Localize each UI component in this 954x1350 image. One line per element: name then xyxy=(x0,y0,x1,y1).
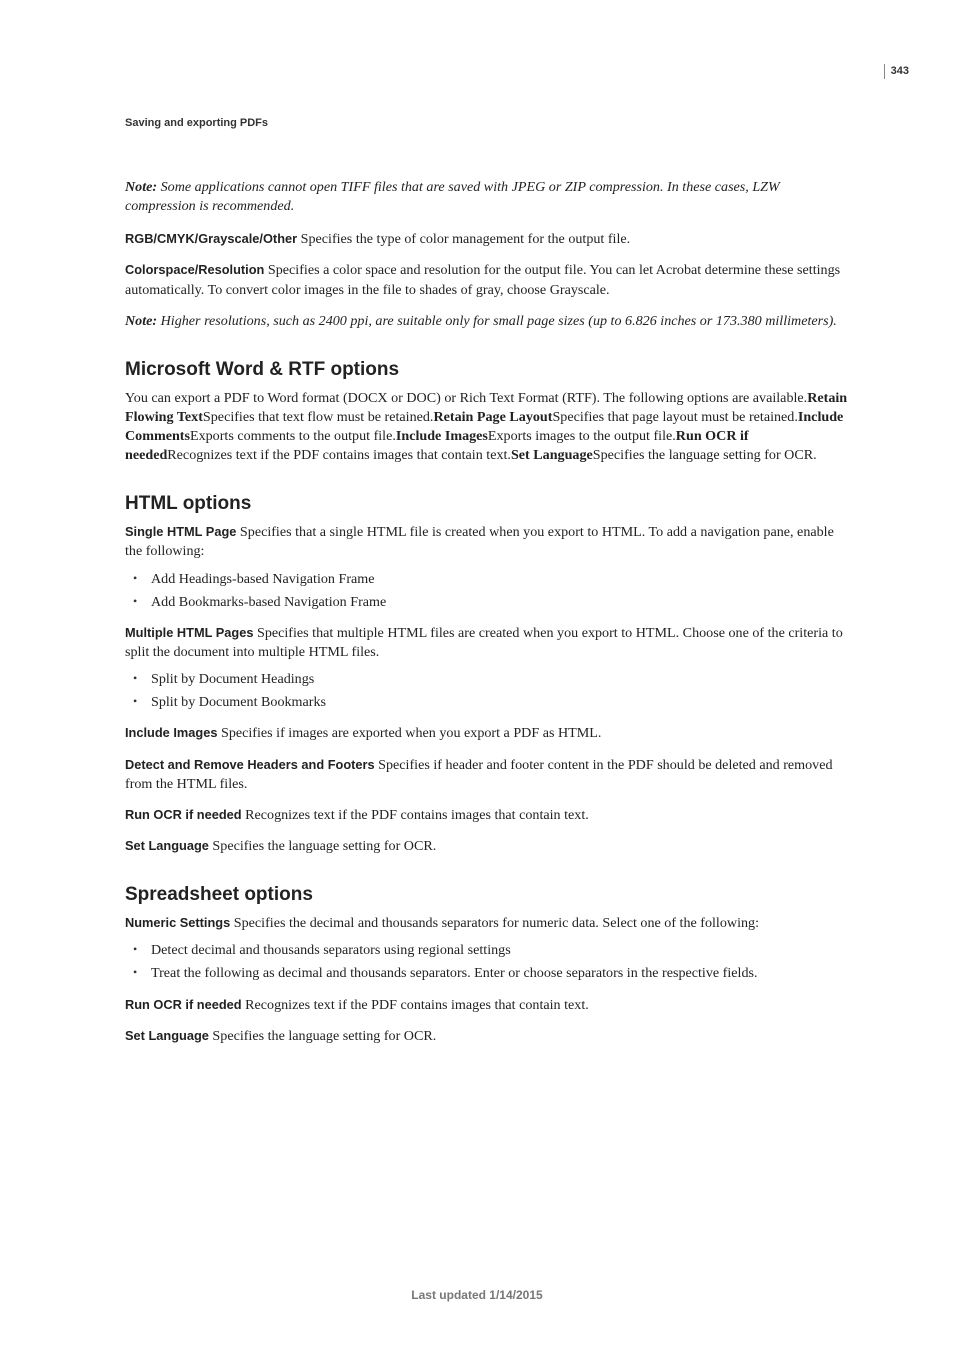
text: Specifies the language setting for OCR. xyxy=(593,447,817,463)
term-include-images: Include Images xyxy=(396,428,488,444)
text-set-language: Specifies the language setting for OCR. xyxy=(209,1028,436,1044)
footer-last-updated: Last updated 1/14/2015 xyxy=(0,1288,954,1302)
term-set-language: Set Language xyxy=(125,838,209,853)
running-header: Saving and exporting PDFs xyxy=(125,117,268,129)
text: Exports images to the output file. xyxy=(488,428,676,444)
para-multi-html: Multiple HTML Pages Specifies that multi… xyxy=(125,624,849,662)
term-multi-html: Multiple HTML Pages xyxy=(125,625,253,640)
text-rgb: Specifies the type of color management f… xyxy=(297,231,630,247)
page: 343 Saving and exporting PDFs Note: Some… xyxy=(0,0,954,1350)
text-numeric: Specifies the decimal and thousands sepa… xyxy=(230,915,759,931)
para-set-lang-html: Set Language Specifies the language sett… xyxy=(125,837,849,856)
list-single-html: Add Headings-based Navigation Frame Add … xyxy=(125,570,849,612)
note-label: Note: xyxy=(125,179,157,195)
text: You can export a PDF to Word format (DOC… xyxy=(125,390,807,406)
text-run-ocr: Recognizes text if the PDF contains imag… xyxy=(242,997,589,1013)
list-item: Add Bookmarks-based Navigation Frame xyxy=(147,593,849,612)
list-multi-html: Split by Document Headings Split by Docu… xyxy=(125,670,849,712)
list-item: Detect decimal and thousands separators … xyxy=(147,941,849,960)
term-retain-layout: Retain Page Layout xyxy=(433,409,552,425)
heading-spreadsheet: Spreadsheet options xyxy=(125,882,849,908)
list-item: Treat the following as decimal and thous… xyxy=(147,964,849,983)
para-set-lang-spread: Set Language Specifies the language sett… xyxy=(125,1027,849,1046)
text-include-images: Specifies if images are exported when yo… xyxy=(217,725,601,741)
text-set-language: Specifies the language setting for OCR. xyxy=(209,838,436,854)
term-numeric: Numeric Settings xyxy=(125,915,230,930)
text-run-ocr: Recognizes text if the PDF contains imag… xyxy=(242,807,589,823)
note-label: Note: xyxy=(125,313,157,329)
term-run-ocr: Run OCR if needed xyxy=(125,997,242,1012)
main-content: Note: Some applications cannot open TIFF… xyxy=(125,120,849,1046)
text: Specifies that page layout must be retai… xyxy=(552,409,797,425)
para-single-html: Single HTML Page Specifies that a single… xyxy=(125,523,849,561)
para-run-ocr-html: Run OCR if needed Recognizes text if the… xyxy=(125,806,849,825)
term-rgb: RGB/CMYK/Grayscale/Other xyxy=(125,231,297,246)
term-run-ocr: Run OCR if needed xyxy=(125,807,242,822)
heading-word-rtf: Microsoft Word & RTF options xyxy=(125,357,849,383)
para-numeric: Numeric Settings Specifies the decimal a… xyxy=(125,914,849,933)
term-include-images: Include Images xyxy=(125,725,217,740)
para-rgb: RGB/CMYK/Grayscale/Other Specifies the t… xyxy=(125,230,849,249)
list-item: Split by Document Bookmarks xyxy=(147,693,849,712)
para-word-rtf: You can export a PDF to Word format (DOC… xyxy=(125,389,849,466)
note-tiff: Note: Some applications cannot open TIFF… xyxy=(125,178,849,216)
term-detect-headers: Detect and Remove Headers and Footers xyxy=(125,757,375,772)
heading-html: HTML options xyxy=(125,491,849,517)
text: Specifies that text flow must be retaine… xyxy=(203,409,434,425)
para-colorspace: Colorspace/Resolution Specifies a color … xyxy=(125,261,849,299)
term-single-html: Single HTML Page xyxy=(125,524,236,539)
term-colorspace: Colorspace/Resolution xyxy=(125,262,264,277)
para-detect-headers: Detect and Remove Headers and Footers Sp… xyxy=(125,756,849,794)
list-item: Split by Document Headings xyxy=(147,670,849,689)
text: Exports comments to the output file. xyxy=(190,428,396,444)
para-run-ocr-spread: Run OCR if needed Recognizes text if the… xyxy=(125,996,849,1015)
term-set-language: Set Language xyxy=(125,1028,209,1043)
list-numeric: Detect decimal and thousands separators … xyxy=(125,941,849,983)
page-number: 343 xyxy=(884,64,909,79)
note-text: Higher resolutions, such as 2400 ppi, ar… xyxy=(157,313,837,329)
note-text: Some applications cannot open TIFF files… xyxy=(125,179,780,214)
note-resolution: Note: Higher resolutions, such as 2400 p… xyxy=(125,312,849,331)
text: Recognizes text if the PDF contains imag… xyxy=(167,447,511,463)
para-include-images: Include Images Specifies if images are e… xyxy=(125,724,849,743)
term-set-language: Set Language xyxy=(511,447,593,463)
list-item: Add Headings-based Navigation Frame xyxy=(147,570,849,589)
